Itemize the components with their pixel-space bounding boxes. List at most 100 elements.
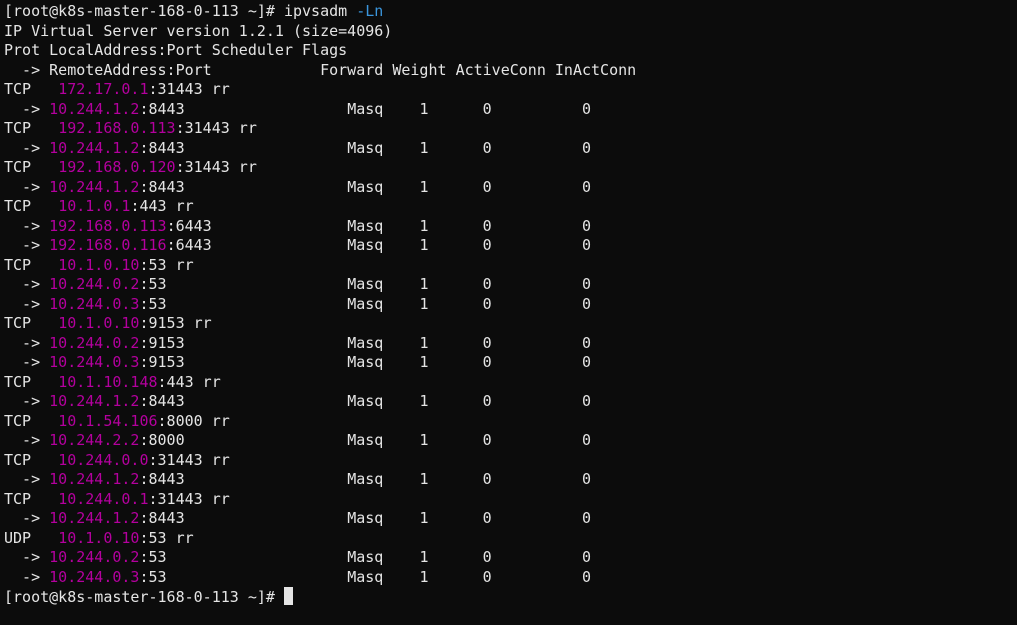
virtual-ip: 10.1.54.106: [58, 412, 157, 430]
forward-method: Masq: [347, 548, 419, 566]
forward-method: Masq: [347, 178, 419, 196]
real-port: :6443: [167, 236, 212, 254]
real-port: :8443: [139, 100, 184, 118]
virtual-ip: 10.1.10.148: [58, 373, 157, 391]
real-port: :53: [139, 295, 166, 313]
real-server-line: -> 10.244.2.2:8000 Masq 1 0 0: [4, 431, 1013, 451]
command-flags: -Ln: [356, 2, 383, 20]
weight: 1: [419, 568, 482, 586]
arrow: ->: [4, 100, 49, 118]
forward-method: Masq: [347, 431, 419, 449]
virtual-port: :443 rr: [158, 373, 221, 391]
virtual-server-line: UDP 10.1.0.10:53 rr: [4, 529, 1013, 549]
active-conn: 0: [483, 275, 582, 293]
weight: 1: [419, 100, 482, 118]
virtual-server-line: TCP 192.168.0.120:31443 rr: [4, 158, 1013, 178]
arrow: ->: [4, 236, 49, 254]
virtual-port: :31443 rr: [149, 451, 230, 469]
header-row-1: Prot LocalAddress:Port Scheduler Flags: [4, 41, 347, 59]
real-ip: 10.244.1.2: [49, 470, 139, 488]
real-server-line: -> 10.244.1.2:8443 Masq 1 0 0: [4, 392, 1013, 412]
active-conn: 0: [483, 295, 582, 313]
forward-method: Masq: [347, 217, 419, 235]
arrow: ->: [4, 392, 49, 410]
forward-method: Masq: [347, 509, 419, 527]
version-line: IP Virtual Server version 1.2.1 (size=40…: [4, 22, 1013, 42]
header-row-1: Prot LocalAddress:Port Scheduler Flags: [4, 41, 1013, 61]
inactive-conn: 0: [582, 470, 591, 488]
virtual-ip: 10.1.0.10: [58, 314, 139, 332]
virtual-ip: 192.168.0.120: [58, 158, 175, 176]
active-conn: 0: [483, 509, 582, 527]
real-ip: 10.244.1.2: [49, 139, 139, 157]
weight: 1: [419, 392, 482, 410]
inactive-conn: 0: [582, 509, 591, 527]
real-server-line: -> 10.244.1.2:8443 Masq 1 0 0: [4, 139, 1013, 159]
header-arrow: ->: [4, 61, 49, 79]
real-ip: 10.244.2.2: [49, 431, 139, 449]
virtual-server-line: TCP 192.168.0.113:31443 rr: [4, 119, 1013, 139]
real-server-line: -> 10.244.0.3:53 Masq 1 0 0: [4, 295, 1013, 315]
inactive-conn: 0: [582, 178, 591, 196]
virtual-port: :53 rr: [139, 256, 193, 274]
final-prompt-line: [root@k8s-master-168-0-113 ~]#: [4, 587, 1013, 608]
virtual-server-line: TCP 172.17.0.1:31443 rr: [4, 80, 1013, 100]
arrow: ->: [4, 295, 49, 313]
weight: 1: [419, 275, 482, 293]
active-conn: 0: [483, 431, 582, 449]
weight: 1: [419, 178, 482, 196]
active-conn: 0: [483, 217, 582, 235]
real-port: :53: [139, 548, 166, 566]
virtual-ip: 192.168.0.113: [58, 119, 175, 137]
arrow: ->: [4, 431, 49, 449]
real-ip: 10.244.1.2: [49, 178, 139, 196]
virtual-server-line: TCP 10.1.0.1:443 rr: [4, 197, 1013, 217]
virtual-port: :31443 rr: [176, 119, 257, 137]
header-remote: RemoteAddress:Port: [49, 61, 320, 79]
forward-method: Masq: [347, 353, 419, 371]
virtual-port: :53 rr: [139, 529, 193, 547]
header-forward: Forward: [320, 61, 392, 79]
forward-method: Masq: [347, 470, 419, 488]
weight: 1: [419, 217, 482, 235]
real-ip: 192.168.0.113: [49, 217, 166, 235]
virtual-server-line: TCP 10.1.10.148:443 rr: [4, 373, 1013, 393]
real-port: :8443: [139, 470, 184, 488]
terminal[interactable]: [root@k8s-master-168-0-113 ~]# ipvsadm -…: [0, 0, 1017, 610]
real-ip: 10.244.1.2: [49, 100, 139, 118]
virtual-server-line: TCP 10.1.0.10:53 rr: [4, 256, 1013, 276]
virtual-server-line: TCP 10.244.0.0:31443 rr: [4, 451, 1013, 471]
header-activeconn: ActiveConn: [456, 61, 555, 79]
inactive-conn: 0: [582, 275, 591, 293]
active-conn: 0: [483, 100, 582, 118]
inactive-conn: 0: [582, 548, 591, 566]
inactive-conn: 0: [582, 568, 591, 586]
inactive-conn: 0: [582, 139, 591, 157]
virtual-ip: 10.1.0.10: [58, 529, 139, 547]
weight: 1: [419, 295, 482, 313]
inactive-conn: 0: [582, 236, 591, 254]
protocol: TCP: [4, 256, 58, 274]
arrow: ->: [4, 568, 49, 586]
virtual-port: :443 rr: [130, 197, 193, 215]
virtual-port: :31443 rr: [149, 80, 230, 98]
protocol: TCP: [4, 119, 58, 137]
real-port: :9153: [139, 334, 184, 352]
protocol: TCP: [4, 490, 58, 508]
weight: 1: [419, 548, 482, 566]
real-server-line: -> 10.244.0.3:53 Masq 1 0 0: [4, 568, 1013, 588]
version-line: IP Virtual Server version 1.2.1 (size=40…: [4, 22, 392, 40]
arrow: ->: [4, 275, 49, 293]
arrow: ->: [4, 470, 49, 488]
real-ip: 10.244.1.2: [49, 509, 139, 527]
weight: 1: [419, 236, 482, 254]
real-ip: 10.244.0.2: [49, 275, 139, 293]
virtual-server-line: TCP 10.244.0.1:31443 rr: [4, 490, 1013, 510]
cursor: [284, 587, 293, 605]
weight: 1: [419, 353, 482, 371]
real-port: :9153: [139, 353, 184, 371]
header-inactconn: InActConn: [555, 61, 636, 79]
virtual-port: :9153 rr: [139, 314, 211, 332]
weight: 1: [419, 334, 482, 352]
inactive-conn: 0: [582, 295, 591, 313]
